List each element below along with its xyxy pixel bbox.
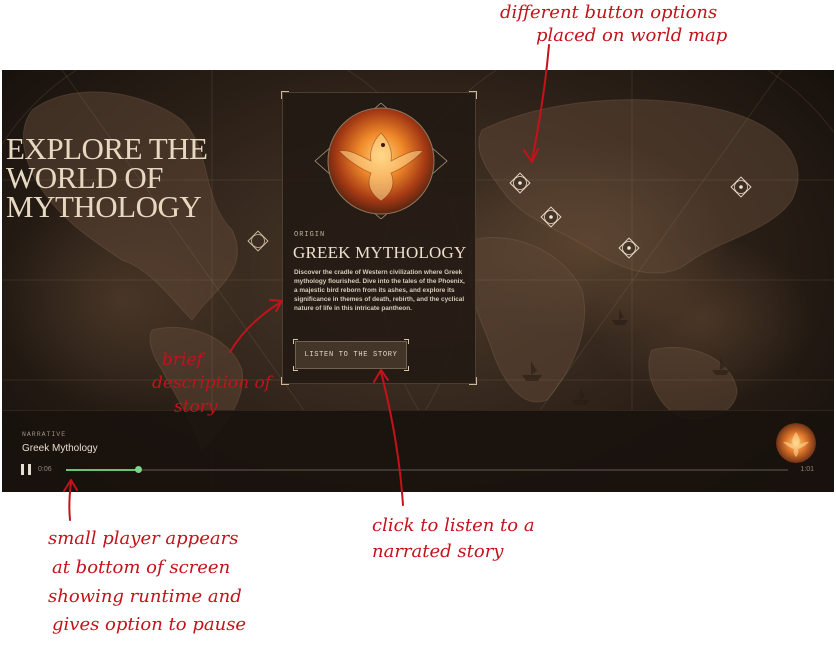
story-title: GREEK MYTHOLOGY [293, 243, 467, 262]
annotation-line: gives option to pause [52, 614, 247, 636]
annotation-player: small player appears at bottom of screen… [48, 525, 246, 640]
marker-diamond-icon [730, 176, 752, 198]
annotation-line: brief [162, 350, 203, 370]
card-corner [281, 377, 289, 385]
annotation-map-buttons: different button options placed on world… [500, 2, 727, 47]
annotation-listen: click to listen to a narrated story [372, 513, 535, 565]
marker-diamond-icon [509, 172, 531, 194]
pause-icon [28, 464, 31, 475]
button-corner [293, 366, 298, 371]
story-description: Discover the cradle of Western civilizat… [294, 269, 465, 312]
annotation-line: showing runtime and [48, 585, 242, 607]
total-time: 1:01 [800, 466, 814, 473]
listen-button-label: LISTEN TO THE STORY [304, 351, 398, 359]
hero-title-line: MYTHOLOGY [6, 189, 202, 224]
hero-title-line: EXPLORE THE [6, 131, 208, 166]
map-marker-middle-east[interactable] [539, 205, 563, 229]
annotation-line: description of [152, 373, 272, 394]
marker-diamond-icon [618, 237, 640, 259]
card-corner [469, 377, 477, 385]
map-marker-india[interactable] [617, 236, 641, 260]
elapsed-time: 0:06 [38, 466, 52, 473]
map-marker-north-africa[interactable] [508, 171, 532, 195]
player-title: Greek Mythology [22, 443, 98, 454]
annotation-line: story [174, 396, 218, 417]
annotation-line: small player appears [48, 528, 239, 549]
button-corner [404, 366, 409, 371]
marker-diamond-icon [540, 206, 562, 228]
app-window: EXPLORE THE WORLD OF MYTHOLOGY ORIGIN GR… [2, 70, 834, 492]
player-thumbnail [776, 423, 816, 463]
mini-player: NARRATIVE Greek Mythology 0:06 1:01 [2, 410, 834, 492]
card-corner [469, 91, 477, 99]
progress-bar[interactable] [66, 466, 788, 473]
pause-icon [21, 464, 24, 475]
button-corner [404, 339, 409, 344]
annotation-line: at bottom of screen [52, 556, 231, 578]
hero-title-line: WORLD OF [6, 160, 164, 195]
phoenix-image [309, 103, 453, 219]
map-marker-east-asia[interactable] [729, 175, 753, 199]
annotation-line: click to listen to a [372, 515, 535, 536]
annotation-description: brief description of story [152, 349, 271, 419]
pause-button[interactable] [21, 464, 31, 476]
annotation-line: different button options [500, 2, 718, 23]
progress-fill [66, 469, 139, 471]
button-corner [293, 339, 298, 344]
marker-diamond-icon [247, 230, 269, 252]
hero-title: EXPLORE THE WORLD OF MYTHOLOGY [6, 131, 246, 224]
story-eyebrow: ORIGIN [294, 231, 326, 239]
annotation-line: placed on world map [536, 24, 728, 46]
card-corner [281, 91, 289, 99]
map-marker-west[interactable] [246, 229, 270, 253]
progress-handle[interactable] [135, 466, 143, 473]
story-card: ORIGIN GREEK MYTHOLOGY Discover the crad… [281, 91, 477, 385]
listen-to-story-button[interactable]: LISTEN TO THE STORY [293, 339, 409, 371]
annotation-line: narrated story [372, 541, 504, 563]
player-eyebrow: NARRATIVE [22, 431, 67, 438]
